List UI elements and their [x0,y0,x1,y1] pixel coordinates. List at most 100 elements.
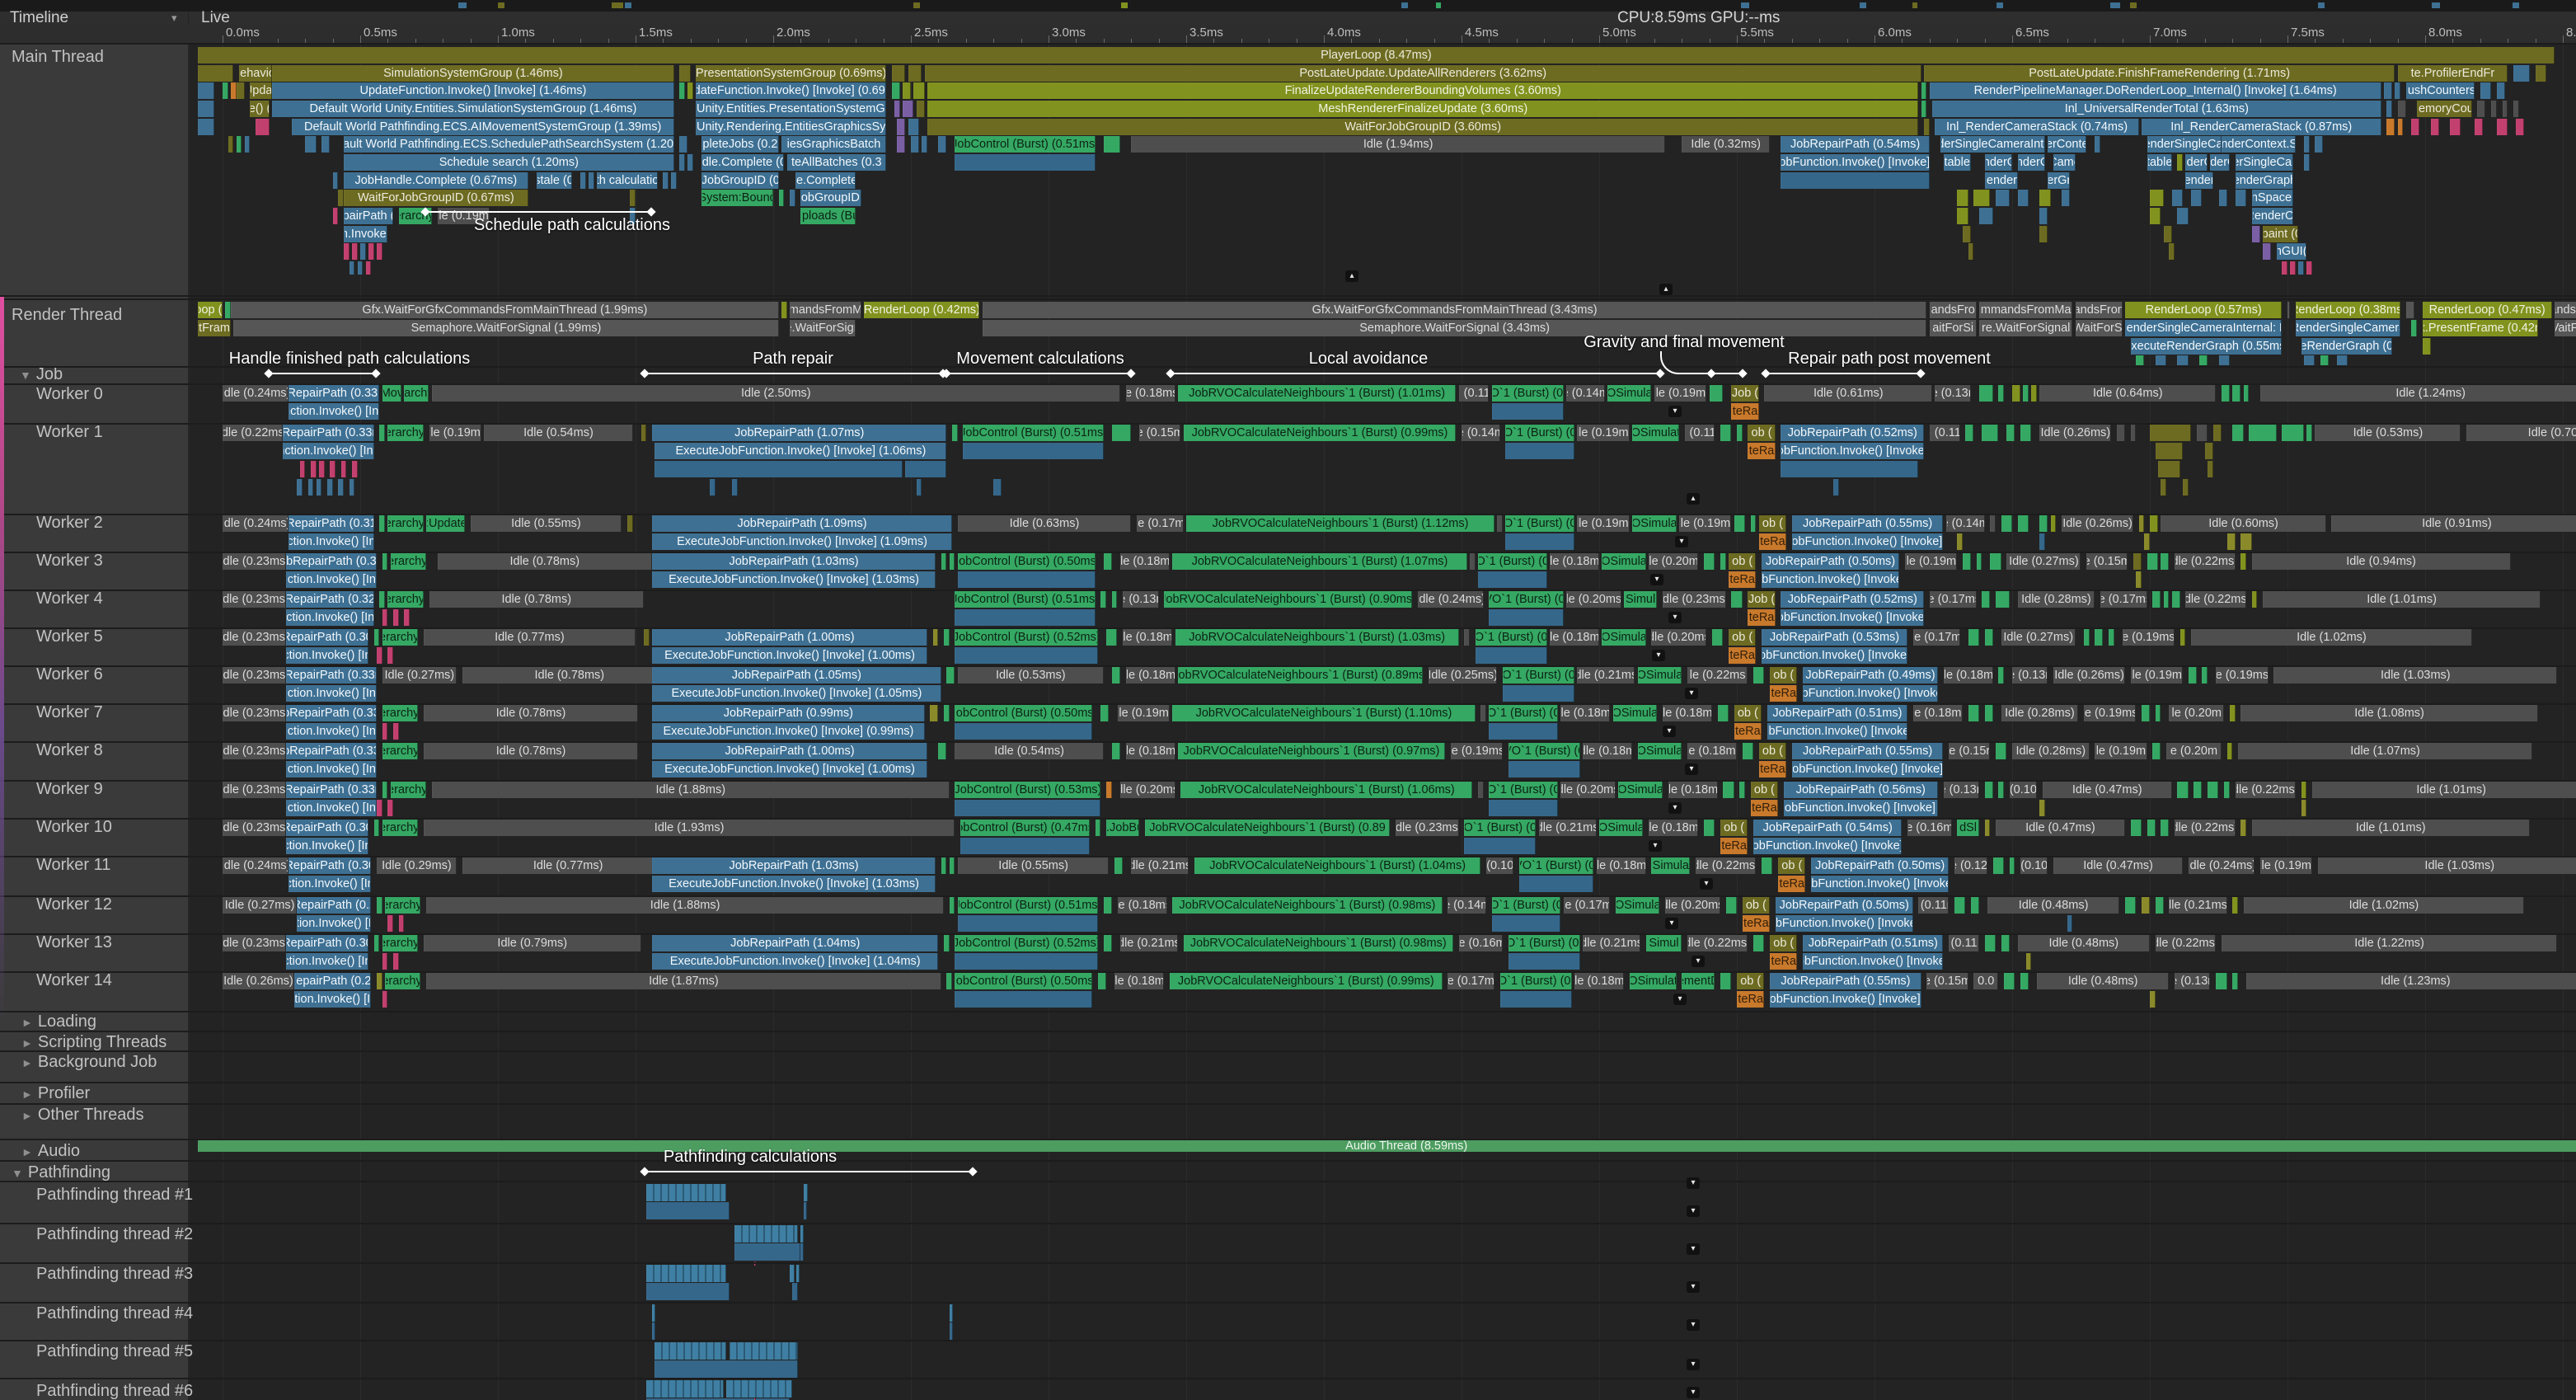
timeline-bar-worker-10[interactable]: JobRVOCalculateNeighbours`1 (Burst) (0.8… [1145,820,1390,836]
flow-event-down-icon[interactable]: ▾ [1687,1281,1700,1293]
timeline-bar-worker-1[interactable]: dle (0.22ms [223,425,283,441]
timeline-bar-fragment-main-thread[interactable] [1973,190,1990,206]
timeline-bar-main-thread[interactable]: MeshRendererFinalizeUpdate (3.60ms) [927,101,1918,117]
timeline-bar-fragment-main-thread[interactable] [630,190,636,206]
timeline-bar-main-thread[interactable]: Schedule search (1.20ms) [344,154,674,171]
foldout-closed-icon[interactable]: ► [21,1145,33,1158]
sidebar-item-pathfinding-thread-4[interactable]: Pathfinding thread #4 [36,1304,193,1323]
timeline-bar-fragment-worker-1[interactable] [2249,425,2276,441]
sidebar-item-background-job[interactable]: ►Background Job [21,1052,157,1073]
timeline-bar-fragment-main-thread[interactable] [903,82,911,99]
timeline-bar-fragment-main-thread[interactable] [2411,119,2419,135]
timeline-bar-fragment-pathfinding-thread-5[interactable] [655,1360,798,1378]
timeline-bar-fragment-pathfinding-thread-4[interactable] [950,1304,953,1322]
timeline-bar-worker-8[interactable]: e (0.18m [1687,743,1737,759]
timeline-bar-fragment-worker-4[interactable] [1996,591,2010,608]
timeline-bar-fragment-main-thread[interactable] [2386,101,2392,117]
timeline-bar-fragment-main-thread[interactable] [2431,119,2439,135]
timeline-bar-worker-7[interactable]: dle (0.23ms [223,705,286,721]
timeline-bar-fragment-worker-13[interactable] [382,953,388,970]
timeline-bar-fragment-main-thread[interactable] [2263,243,2271,260]
timeline-bar-fragment-render-thread[interactable] [2287,302,2290,318]
timeline-bar-main-thread[interactable]: leRenderContext.Subm [2222,136,2296,153]
timeline-bar-worker-6[interactable]: dle (0.19ms [2131,667,2183,684]
timeline-bar-fragment-worker-11[interactable] [1114,857,1123,874]
timeline-bar-fragment-worker-6[interactable] [1112,667,1120,684]
timeline-bar-fragment-worker-13[interactable] [2026,953,2032,970]
timeline-bar-worker-12[interactable]: dle (0.20ms [1665,897,1720,914]
sidebar-item-worker-11[interactable]: Worker 11 [36,855,110,875]
timeline-bar-worker-9[interactable]: JobRepairPath (0.56ms) [1784,782,1938,798]
timeline-bar-render-thread[interactable]: mmandsFromMa [1979,302,2073,318]
timeline-bar-worker-7[interactable]: dle (0.18ms [1663,705,1712,721]
timeline-bar-fragment-worker-1[interactable] [2117,425,2125,441]
timeline-bar-worker-10[interactable]: ob ( [1720,820,1748,836]
timeline-bar-worker-4[interactable]: le (0.20ms [1566,591,1621,608]
timeline-bar-fragment-worker-4[interactable] [2152,591,2161,608]
timeline-bar-fragment-worker-0[interactable] [2222,385,2230,402]
timeline-bar-fragment-render-thread[interactable] [2219,355,2230,365]
timeline-bar-fragment-pathfinding-thread-3[interactable] [646,1283,729,1300]
timeline-bar-worker-11[interactable]: Idle (0.24ms) [2189,857,2255,874]
timeline-bar-fragment-worker-2[interactable] [2241,533,2251,550]
timeline-bar-fragment-main-thread[interactable] [908,65,922,82]
timeline-bar-fragment-worker-13[interactable] [393,953,399,970]
timeline-bar-fragment-worker-13[interactable] [944,935,950,951]
timeline-bar-fragment-worker-13[interactable] [1104,935,1112,951]
timeline-bar-fragment-main-thread[interactable] [2062,190,2070,206]
flow-event-down-icon[interactable]: ▾ [1668,612,1682,623]
timeline-bar-worker-3[interactable]: JobRepairPath (0.50ms) [1762,553,1899,570]
timeline-bar-worker-3[interactable]: dle (0.23ms [223,553,286,570]
timeline-bar-worker-7[interactable]: le (0.20m [2169,705,2224,721]
timeline-bar-fragment-main-thread[interactable] [913,82,924,99]
timeline-bar-worker-5[interactable]: JobRepairPath (1.00ms) [652,629,927,646]
timeline-bar-worker-5[interactable]: le (0.17m [1913,629,1960,646]
timeline-bar-fragment-main-thread[interactable] [223,82,228,99]
timeline-bar-worker-0[interactable]: oMove [382,385,401,402]
timeline-bar-worker-0[interactable]: Idle (0.64ms) [2039,385,2216,402]
timeline-bar-worker-10[interactable]: Idle (1.93ms) [424,820,955,836]
sidebar-item-worker-9[interactable]: Worker 9 [36,779,103,799]
timeline-bar-worker-10[interactable]: Idle (0.23ms) [1396,820,1459,836]
timeline-bar-fragment-worker-1[interactable] [311,461,317,477]
timeline-bar-fragment-worker-0[interactable] [1492,403,1564,420]
timeline-bar-fragment-worker-5[interactable] [1712,629,1723,646]
timeline-bar-fragment-worker-2[interactable] [1957,533,1963,550]
timeline-bar-fragment-worker-7[interactable] [1968,705,1979,721]
timeline-bar-worker-13[interactable]: dle (0.22ms) [1687,935,1748,951]
timeline-bar-worker-3[interactable]: dle (0.20ms [1649,553,1698,570]
timeline-bar-worker-6[interactable]: Idle (1.03ms) [2273,667,2557,684]
timeline-bar-fragment-worker-4[interactable] [2164,591,2170,608]
timeline-bar-fragment-main-thread[interactable] [228,136,234,153]
timeline-bar-worker-4[interactable]: obFunction.Invoke() [Invoke] [1781,609,1924,626]
timeline-bar-worker-9[interactable]: dle (0.20ms [1560,782,1616,798]
foldout-closed-icon[interactable]: ► [21,1036,33,1050]
timeline-bar-main-thread[interactable]: Inl_RenderCameraStack (0.87ms) [2142,119,2381,135]
timeline-bar-render-thread[interactable]: andsFron [2555,302,2576,318]
timeline-bar-fragment-main-thread[interactable] [2386,119,2395,135]
timeline-bar-worker-12[interactable]: e (0.11m [1918,897,1949,914]
timeline-bar-worker-8[interactable]: HierarchyLo [382,743,418,759]
timeline-bar-worker-13[interactable]: Idle (1.22ms) [2222,935,2557,951]
timeline-bar-fragment-main-thread[interactable] [368,243,374,260]
timeline-bar-fragment-main-thread[interactable] [2172,190,2183,206]
timeline-bar-fragment-worker-4[interactable] [404,609,410,626]
timeline-bar-main-thread[interactable]: JobGroupID ( [800,190,861,206]
timeline-bar-fragment-render-thread[interactable] [2199,355,2208,365]
timeline-bar-fragment-main-thread[interactable] [1921,82,1927,99]
timeline-bar-fragment-main-thread[interactable] [2491,101,2497,117]
timeline-bar-fragment-pathfinding-thread-5[interactable] [730,1342,799,1360]
timeline-bar-fragment-worker-1[interactable] [379,425,385,441]
timeline-bar-worker-4[interactable]: Idle (0.24ms) [1418,591,1484,608]
timeline-bar-fragment-worker-3[interactable] [2161,553,2169,570]
timeline-bar-worker-1[interactable]: JobRepairPath (1.07ms) [652,425,946,441]
timeline-bar-main-thread[interactable]: PostLateUpdate.UpdateAllRenderers (3.62m… [925,65,1921,82]
timeline-bar-fragment-worker-10[interactable] [2147,820,2156,836]
timeline-bar-render-thread[interactable]: RenderSingleCameraInternal: M [2125,320,2282,336]
timeline-bar-fragment-worker-12[interactable] [1954,897,1965,914]
timeline-bar-worker-1[interactable]: Idle (0.54ms) [484,425,632,441]
timeline-bar-fragment-worker-10[interactable] [2161,820,2169,836]
timeline-bar-worker-10[interactable]: RepairPath (0.30 [286,820,368,836]
timeline-bar-fragment-main-thread[interactable] [377,243,382,260]
timeline-bar-worker-1[interactable]: HierarchyLo [387,425,423,441]
